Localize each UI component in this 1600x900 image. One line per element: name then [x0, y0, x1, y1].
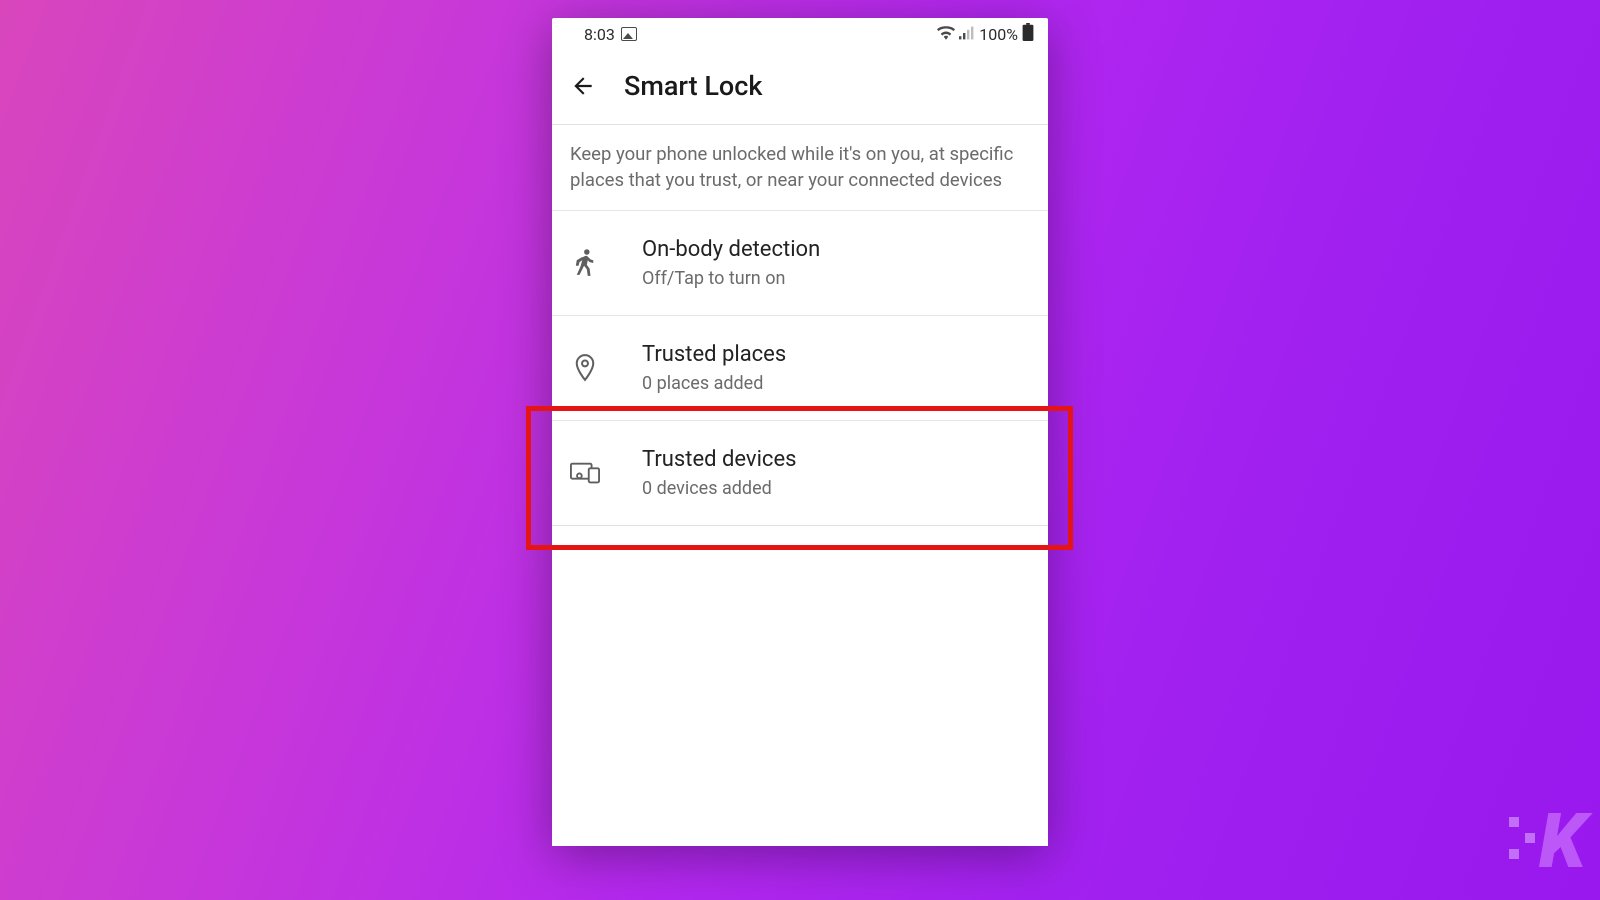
location-pin-icon — [570, 353, 600, 383]
option-trusted-places[interactable]: Trusted places 0 places added — [552, 315, 1048, 420]
phone-frame: 8:03 100% Smart Lock Keep your phone unl… — [552, 18, 1048, 846]
battery-icon — [1022, 23, 1034, 45]
battery-text: 100% — [979, 25, 1018, 44]
status-time: 8:03 — [584, 25, 615, 44]
devices-icon — [570, 458, 600, 488]
picture-icon — [621, 27, 637, 41]
empty-space — [552, 526, 1048, 846]
walk-icon — [570, 248, 600, 278]
option-subtitle: 0 devices added — [642, 478, 796, 499]
page-title: Smart Lock — [624, 70, 762, 102]
signal-icon — [959, 25, 975, 44]
option-trusted-devices[interactable]: Trusted devices 0 devices added — [552, 420, 1048, 525]
option-title: Trusted devices — [642, 447, 796, 472]
option-title: Trusted places — [642, 342, 786, 367]
watermark-logo: K — [1515, 811, 1562, 872]
app-bar: Smart Lock — [552, 50, 1048, 124]
back-button[interactable] — [570, 73, 596, 99]
option-on-body-detection[interactable]: On-body detection Off/Tap to turn on — [552, 210, 1048, 315]
option-subtitle: 0 places added — [642, 373, 786, 394]
page-description: Keep your phone unlocked while it's on y… — [552, 125, 1048, 210]
status-bar: 8:03 100% — [552, 18, 1048, 50]
wifi-icon — [937, 25, 955, 44]
option-subtitle: Off/Tap to turn on — [642, 268, 820, 289]
option-title: On-body detection — [642, 237, 820, 262]
